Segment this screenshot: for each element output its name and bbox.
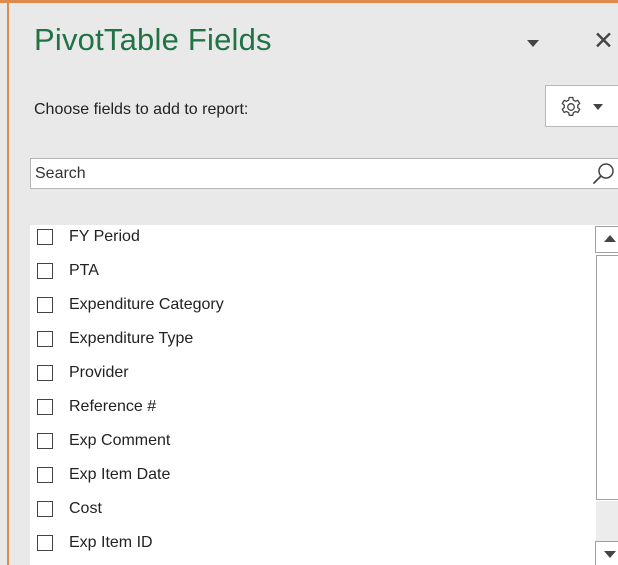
- field-checkbox[interactable]: [37, 365, 53, 381]
- field-item-exp-item-id[interactable]: Exp Item ID: [30, 531, 590, 563]
- field-checkbox[interactable]: [37, 331, 53, 347]
- pane-left-border: [7, 0, 9, 565]
- scrollbar-track[interactable]: [596, 501, 618, 541]
- scrollbar-thumb[interactable]: [596, 255, 618, 500]
- field-item-cost[interactable]: Cost: [30, 497, 590, 529]
- choose-fields-label: Choose fields to add to report:: [34, 101, 249, 118]
- field-list: FY Period PTA Expenditure Category Expen…: [30, 225, 618, 565]
- field-item-pta[interactable]: PTA: [30, 259, 590, 291]
- field-label: Exp Comment: [69, 432, 171, 449]
- scroll-up-button[interactable]: [595, 226, 618, 253]
- field-label: Provider: [69, 364, 129, 381]
- field-label: Reference #: [69, 398, 157, 415]
- pane-title: PivotTable Fields: [34, 22, 272, 57]
- field-item-provider[interactable]: Provider: [30, 361, 590, 393]
- field-item-exp-item-date[interactable]: Exp Item Date: [30, 463, 590, 495]
- field-label: Cost: [69, 500, 102, 517]
- field-label: Expenditure Type: [69, 330, 194, 347]
- field-checkbox[interactable]: [37, 467, 53, 483]
- search-icon[interactable]: [591, 162, 617, 186]
- field-checkbox[interactable]: [37, 297, 53, 313]
- field-label: FY Period: [69, 228, 140, 245]
- pane-menu-chevron-down-icon[interactable]: [527, 40, 539, 47]
- search-box: [30, 158, 618, 189]
- scroll-down-button[interactable]: [595, 541, 618, 565]
- field-checkbox[interactable]: [37, 535, 53, 551]
- field-checkbox[interactable]: [37, 229, 53, 245]
- field-label: Exp Item ID: [69, 534, 153, 551]
- pane-top-border: [0, 0, 618, 3]
- field-item-exp-comment[interactable]: Exp Comment: [30, 429, 590, 461]
- field-checkbox[interactable]: [37, 263, 53, 279]
- gear-icon: [561, 96, 581, 116]
- field-checkbox[interactable]: [37, 433, 53, 449]
- pivottable-fields-pane: PivotTable Fields ✕ Choose fields to add…: [0, 0, 618, 565]
- field-item-fy-period[interactable]: FY Period: [30, 225, 590, 257]
- search-input[interactable]: [33, 162, 590, 185]
- field-label: Expenditure Category: [69, 296, 224, 313]
- field-label: PTA: [69, 262, 99, 279]
- field-list-scrollbar[interactable]: [595, 225, 618, 565]
- close-icon[interactable]: ✕: [593, 26, 614, 56]
- options-chevron-down-icon: [593, 104, 603, 110]
- field-checkbox[interactable]: [37, 501, 53, 517]
- field-item-expenditure-category[interactable]: Expenditure Category: [30, 293, 590, 325]
- field-label: Exp Item Date: [69, 466, 171, 483]
- field-checkbox[interactable]: [37, 399, 53, 415]
- field-list-options-button[interactable]: [545, 85, 618, 127]
- field-item-expenditure-type[interactable]: Expenditure Type: [30, 327, 590, 359]
- field-item-reference[interactable]: Reference #: [30, 395, 590, 427]
